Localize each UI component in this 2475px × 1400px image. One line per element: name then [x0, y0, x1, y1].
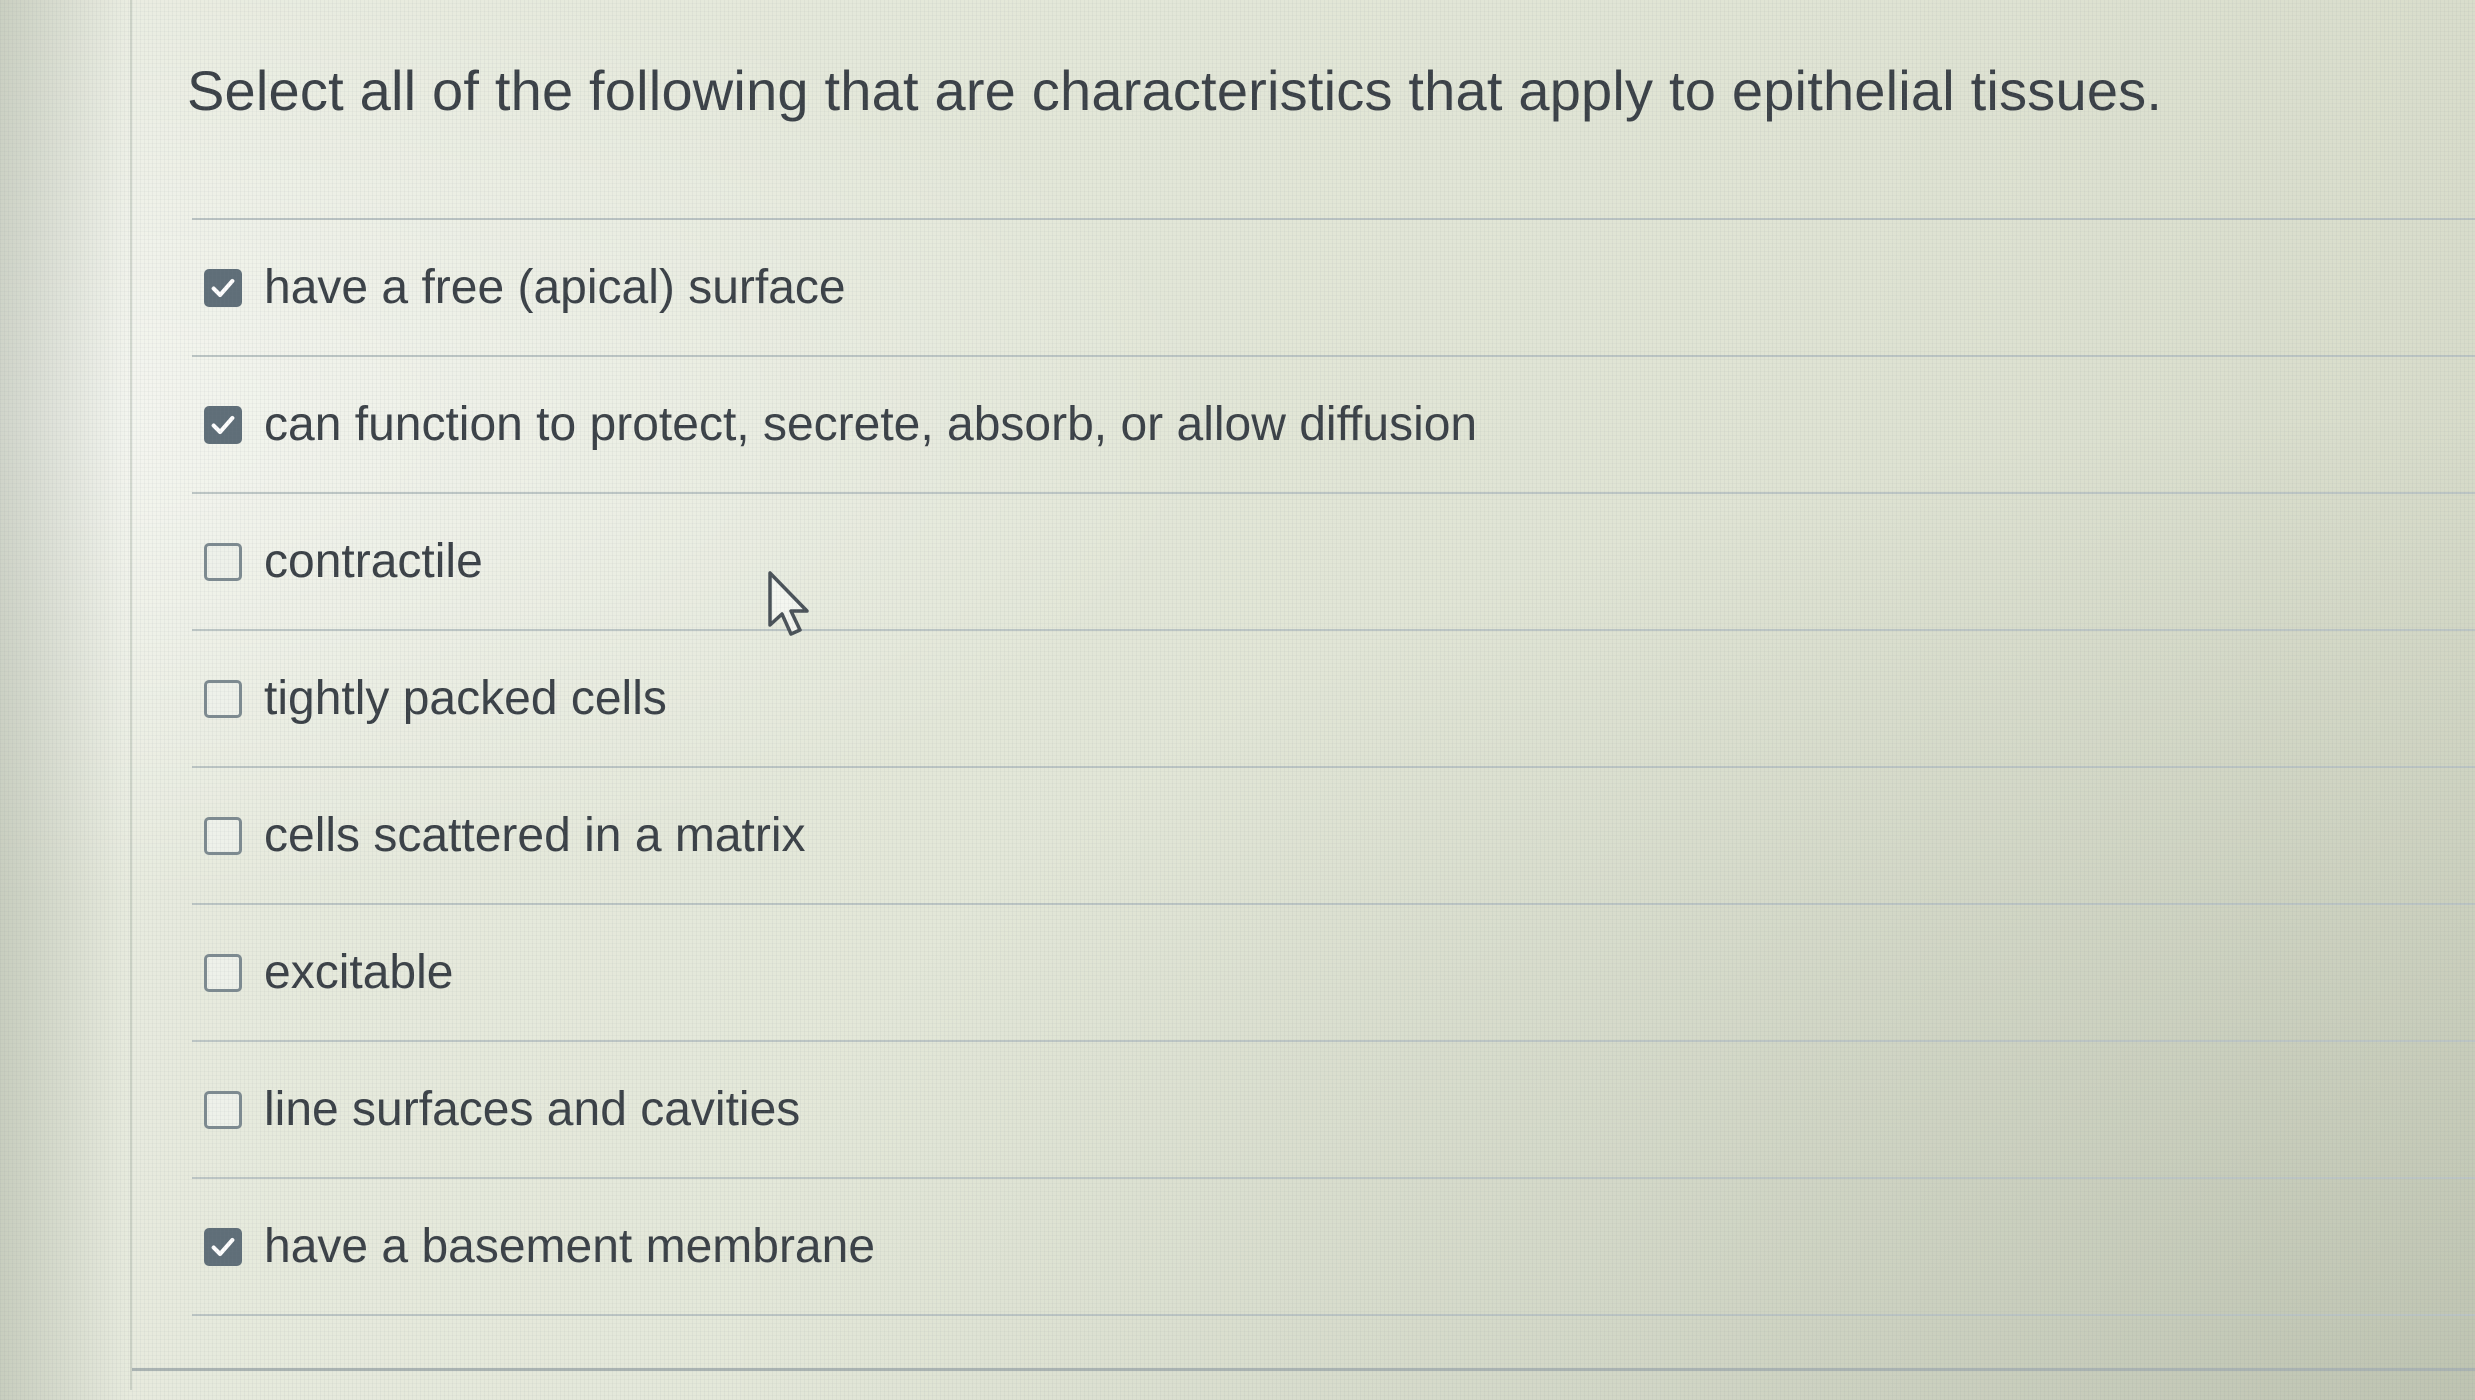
- checkbox-checked[interactable]: [204, 1227, 242, 1266]
- checkbox-unchecked[interactable]: [204, 816, 242, 855]
- option-row[interactable]: line surfaces and cavities: [192, 1042, 2475, 1179]
- checkbox-unchecked[interactable]: [204, 1090, 242, 1129]
- option-label: contractile: [264, 535, 483, 588]
- option-row[interactable]: cells scattered in a matrix: [192, 768, 2475, 905]
- checkbox-checked[interactable]: [204, 405, 242, 444]
- left-margin: [0, 0, 130, 1400]
- option-label: tightly packed cells: [264, 672, 667, 725]
- divider: [132, 1368, 2475, 1371]
- checkbox-unchecked[interactable]: [204, 679, 242, 718]
- mouse-pointer-icon: [768, 571, 809, 636]
- option-label: line surfaces and cavities: [264, 1083, 801, 1136]
- option-row[interactable]: can function to protect, secrete, absorb…: [192, 357, 2475, 494]
- option-label: have a free (apical) surface: [264, 261, 846, 314]
- checkmark-icon: [211, 1237, 235, 1256]
- option-label: have a basement membrane: [264, 1220, 876, 1273]
- option-label: excitable: [264, 946, 454, 999]
- options-list: have a free (apical) surface can functio…: [192, 220, 2475, 1316]
- option-row[interactable]: tightly packed cells: [192, 631, 2475, 768]
- screen: Select all of the following that are cha…: [0, 0, 2475, 1400]
- checkbox-unchecked[interactable]: [204, 953, 242, 992]
- question-prompt: Select all of the following that are cha…: [187, 59, 2163, 122]
- option-row[interactable]: have a free (apical) surface: [192, 220, 2475, 357]
- option-row[interactable]: excitable: [192, 905, 2475, 1042]
- checkmark-icon: [211, 415, 235, 434]
- checkmark-icon: [211, 278, 235, 297]
- option-label: can function to protect, secrete, absorb…: [264, 398, 1478, 451]
- checkbox-checked[interactable]: [204, 268, 242, 307]
- option-label: cells scattered in a matrix: [264, 809, 806, 862]
- question-card: Select all of the following that are cha…: [130, 0, 2475, 1390]
- checkbox-unchecked[interactable]: [204, 542, 242, 581]
- option-row[interactable]: have a basement membrane: [192, 1179, 2475, 1316]
- option-row[interactable]: contractile: [192, 494, 2475, 631]
